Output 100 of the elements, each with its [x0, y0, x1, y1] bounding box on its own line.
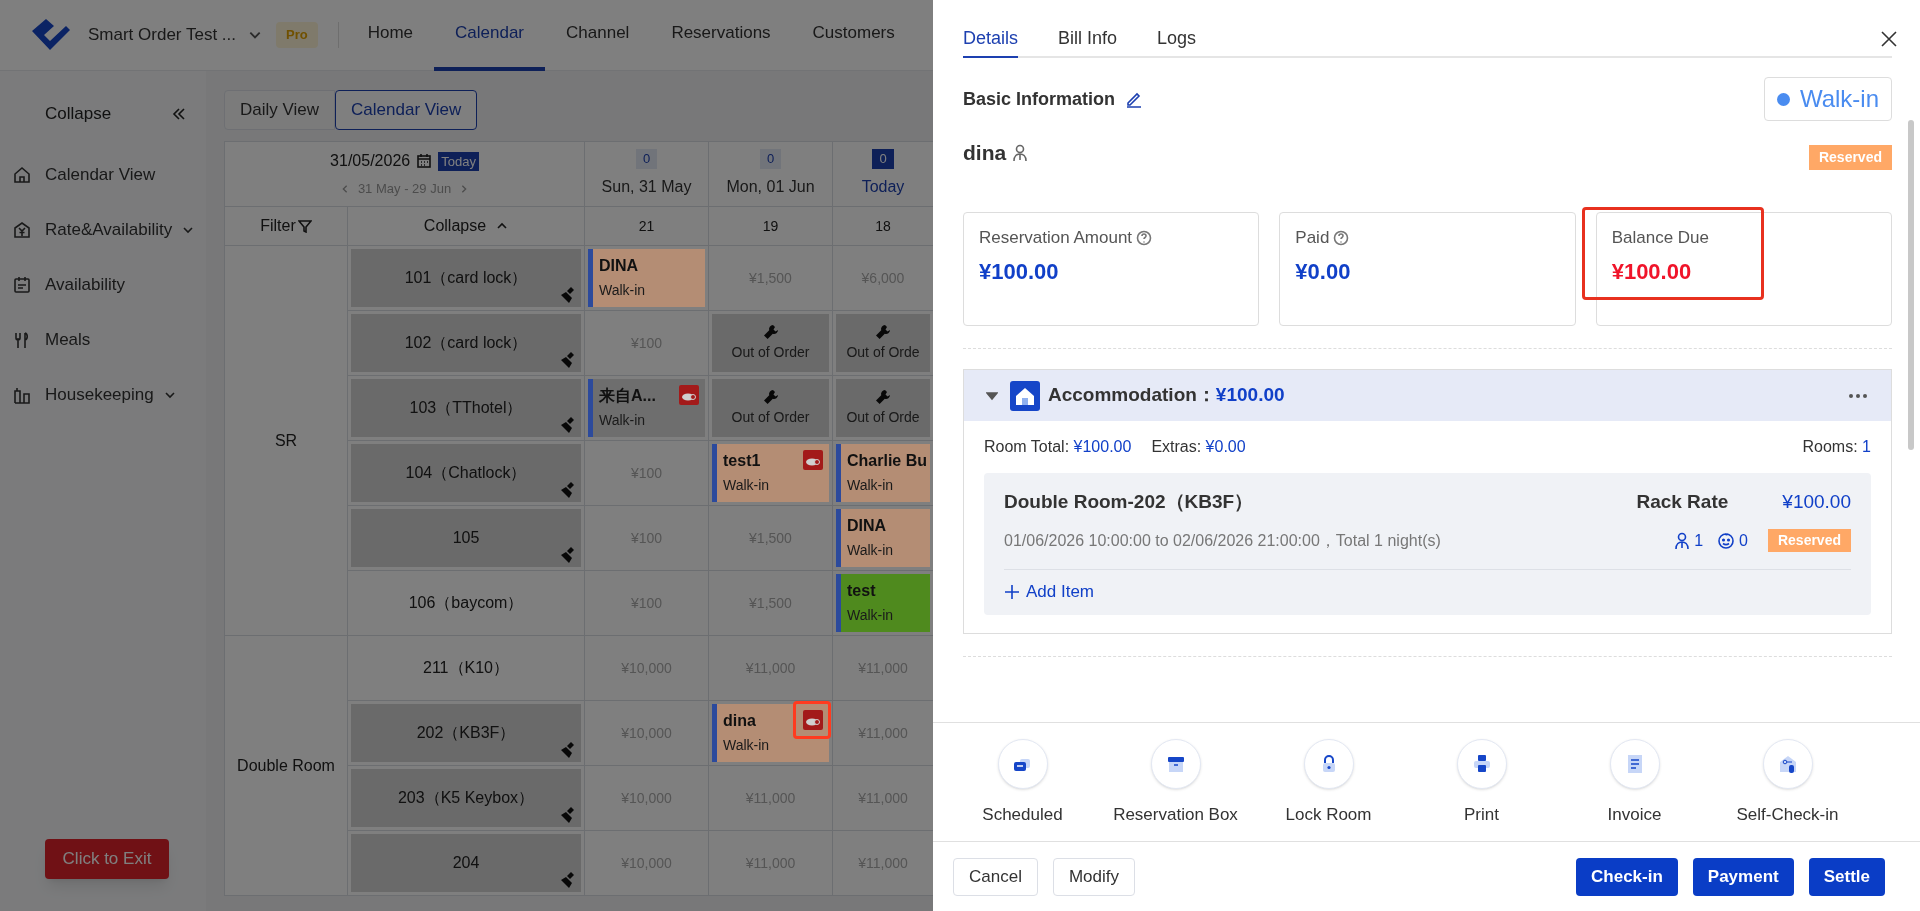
primary-button[interactable]: Payment — [1692, 857, 1794, 896]
source-label: Walk-in — [599, 281, 647, 300]
sidebar-item[interactable]: Meals — [0, 312, 206, 367]
date-range: 01/06/2026 10:00:00 to 02/06/2026 21:00:00，Total 1 night(s) — [1004, 530, 1441, 551]
out-of-order-cell[interactable]: Out of Orde — [836, 314, 930, 372]
room-type-label: SR — [274, 430, 298, 451]
booking-card[interactable]: 来自A... Walk-in — [588, 379, 705, 437]
secondary-button[interactable]: Cancel — [953, 857, 1038, 896]
primary-button[interactable]: Check-in — [1576, 857, 1678, 896]
total-label: Room Total: ¥100.00 — [984, 437, 1132, 457]
room-cell[interactable]: 105 — [351, 509, 581, 567]
section-title: Accommodation： — [1048, 383, 1216, 408]
room-cell[interactable]: 202（KB3F） — [351, 704, 581, 762]
house-icon — [1010, 380, 1040, 411]
availability-count: 19 — [762, 216, 779, 236]
sidebar-item[interactable]: Availability — [0, 257, 206, 312]
availability-count: 18 — [875, 216, 891, 236]
source-label: Walk-in — [599, 411, 647, 430]
amount-value: ¥100.00 — [1215, 383, 1285, 408]
source-label: Walk-in — [847, 541, 895, 560]
primary-button[interactable]: Settle — [1808, 857, 1885, 896]
nav-tab[interactable]: Reservations — [650, 0, 792, 71]
source-label: Walk-in — [723, 736, 771, 755]
total-label: Extras: ¥0.00 — [1151, 437, 1246, 457]
drawer-tab[interactable]: Logs — [1157, 25, 1197, 58]
view-tab[interactable]: Daily View — [224, 90, 336, 130]
date-label[interactable]: 31/05/2026 — [330, 149, 411, 174]
action-button[interactable]: Scheduled — [946, 739, 1099, 841]
rate-label: Rack Rate — [1636, 490, 1729, 514]
nav-tab[interactable]: Home — [346, 0, 435, 71]
help-icon[interactable] — [1136, 229, 1153, 246]
today-button[interactable]: Today — [438, 151, 479, 171]
home-icon — [12, 164, 32, 185]
collapse-label[interactable]: Collapse — [45, 101, 172, 127]
filter-button[interactable]: Filter — [260, 214, 312, 238]
booking-card[interactable]: DINA Walk-in — [836, 509, 930, 567]
availability-count: 21 — [638, 216, 655, 236]
edit-icon[interactable] — [1125, 90, 1144, 108]
guest-name: 来自A... — [599, 386, 657, 406]
out-of-order-cell[interactable]: Out of Order — [712, 379, 829, 437]
action-button[interactable]: Self-Check-in — [1711, 739, 1864, 841]
sidebar-item[interactable]: Rate&Availability — [0, 202, 206, 257]
booking-card[interactable]: test1 Walk-in — [712, 444, 829, 502]
add-item-link[interactable]: Add Item — [1004, 569, 1095, 615]
wrench-icon — [875, 388, 891, 405]
action-button[interactable]: Invoice — [1558, 739, 1711, 841]
status-badge: Reserved — [1767, 529, 1851, 552]
close-icon[interactable] — [1880, 30, 1898, 48]
day-label: Mon, 01 Jun — [726, 176, 815, 197]
nav-tab[interactable]: Customers — [791, 0, 916, 71]
out-of-order-cell[interactable]: Out of Order — [712, 314, 829, 372]
room-cell[interactable]: 203（K5 Keybox） — [351, 769, 581, 827]
room-cell[interactable]: 106（baycom） — [351, 574, 581, 632]
source-badge: Walk-in — [1763, 77, 1892, 121]
booking-card[interactable]: dina Walk-in — [712, 704, 829, 762]
room-cell[interactable]: 103（TThotel） — [351, 379, 581, 437]
secondary-button[interactable]: Modify — [1052, 857, 1135, 896]
help-icon[interactable] — [1333, 229, 1350, 246]
exit-button[interactable]: Click to Exit — [45, 839, 169, 879]
wrench-icon — [875, 323, 891, 340]
booking-card[interactable]: test Walk-in — [836, 574, 930, 632]
day-label: Today — [861, 176, 905, 197]
room-cell[interactable]: 102（card lock） — [351, 314, 581, 372]
booking-card[interactable]: Charlie Bu Walk-in — [836, 444, 930, 502]
collapse-button[interactable]: Collapse — [423, 214, 509, 238]
sidebar-item[interactable]: Housekeeping — [0, 367, 206, 422]
person-icon — [1674, 531, 1691, 550]
drawer-tab[interactable]: Details — [963, 25, 1019, 58]
rate-value: ¥100.00 — [1782, 490, 1851, 514]
action-button[interactable]: Lock Room — [1252, 739, 1405, 841]
scrollbar[interactable] — [1908, 120, 1914, 450]
count-badge: 0 — [872, 149, 894, 169]
amount-value: ¥100.00 — [1611, 257, 1693, 286]
guest-name: test1 — [723, 451, 762, 471]
nav-tab[interactable]: Channel — [545, 0, 651, 71]
sidebar-item[interactable]: Calendar View — [0, 147, 206, 202]
guest-name: Charlie Bu — [847, 451, 928, 471]
collapse-icon[interactable] — [172, 107, 186, 121]
room-name: Double Room-202（KB3F） — [1004, 490, 1254, 514]
wrench-icon — [762, 323, 779, 340]
view-tab[interactable]: Calendar View — [335, 90, 478, 130]
room-cell[interactable]: 204 — [351, 834, 581, 892]
room-cell[interactable]: 211（K10） — [351, 639, 581, 697]
wrench-icon — [762, 388, 779, 405]
calendar-icon[interactable] — [416, 153, 433, 170]
more-icon[interactable] — [1849, 393, 1867, 398]
calendar-icon — [12, 274, 32, 295]
room-cell[interactable]: 101（card lock） — [351, 249, 581, 307]
source-label: Walk-in — [723, 476, 771, 495]
drawer-tab[interactable]: Bill Info — [1058, 25, 1118, 58]
caret-icon[interactable] — [986, 389, 998, 402]
guest-name: DINA — [847, 516, 888, 536]
action-button[interactable]: Print — [1405, 739, 1558, 841]
room-cell[interactable]: 104（Chatlock） — [351, 444, 581, 502]
card-label: Paid — [1295, 227, 1330, 249]
out-of-order-cell[interactable]: Out of Orde — [836, 379, 930, 437]
filter-icon — [297, 219, 312, 233]
booking-card[interactable]: DINA Walk-in — [588, 249, 705, 307]
nav-tab[interactable]: Calendar — [434, 0, 546, 71]
action-button[interactable]: Reservation Box — [1099, 739, 1252, 841]
